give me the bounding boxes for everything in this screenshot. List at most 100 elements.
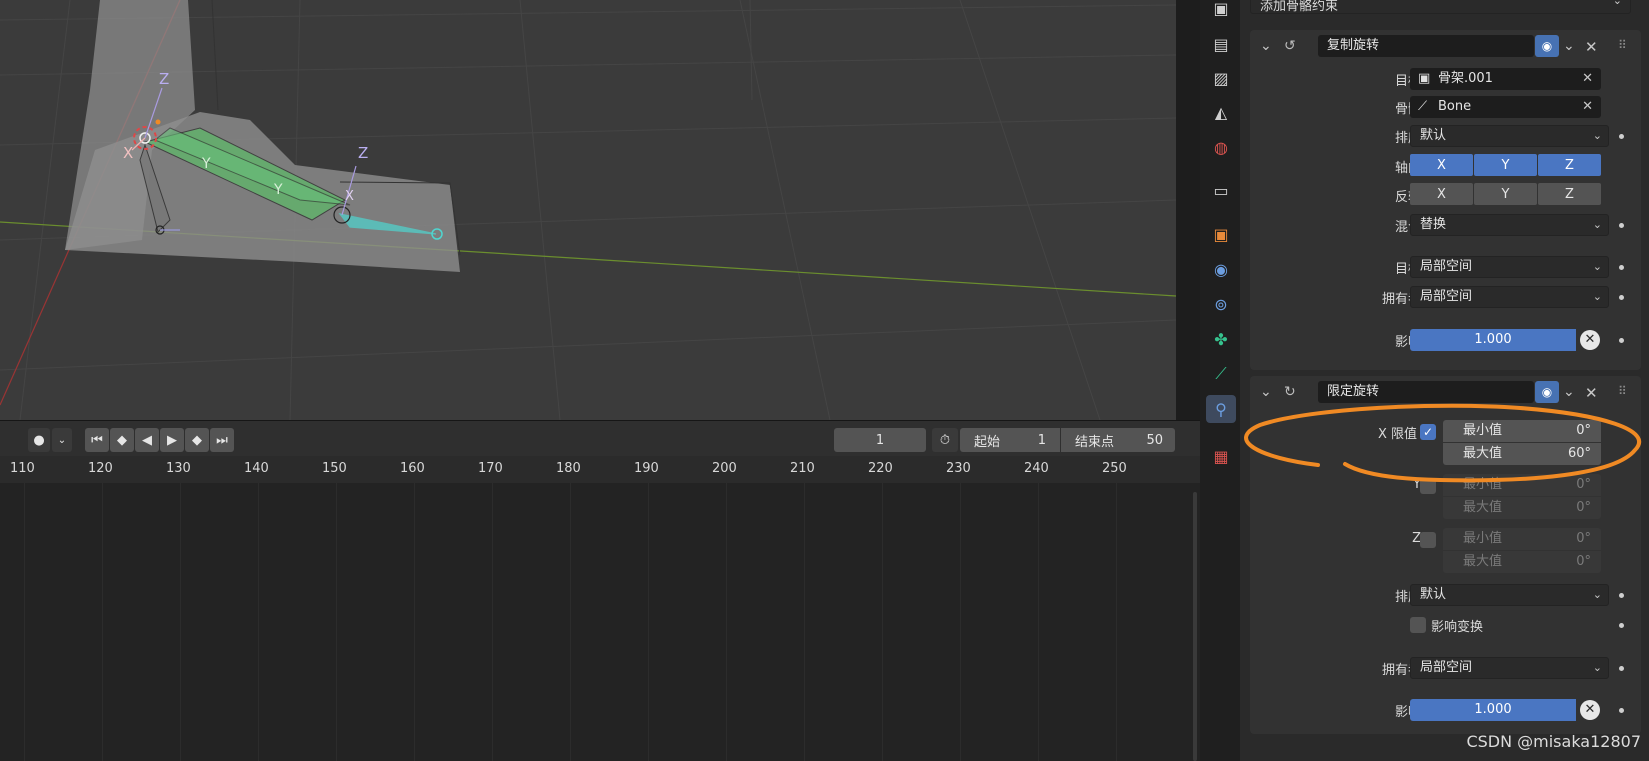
z-max-field[interactable]: 最大值 0°	[1443, 551, 1601, 573]
end-frame-field[interactable]: 结束点 50	[1061, 428, 1175, 452]
owner-space-value: 局部空间	[1420, 660, 1473, 675]
tab-collection[interactable]: ▭	[1206, 176, 1236, 204]
invert-z-toggle[interactable]: Z	[1538, 183, 1601, 205]
add-bone-constraint-dropdown[interactable]: 添加骨骼约束 ⌄	[1250, 0, 1631, 14]
affect-transform-checkbox[interactable]	[1410, 617, 1426, 633]
z-min-field[interactable]: 最小值 0°	[1443, 528, 1601, 550]
owner-space-select[interactable]: 局部空间 ⌄	[1410, 286, 1609, 308]
keying-dropdown[interactable]: ⌄	[52, 428, 72, 452]
tab-bone-constraints[interactable]: ⚲	[1206, 395, 1236, 423]
frame-tick: 130	[166, 461, 191, 476]
chevron-down-icon: ⌄	[1563, 38, 1575, 54]
tab-object[interactable]: ▣	[1206, 220, 1236, 248]
frame-tick: 210	[790, 461, 815, 476]
tab-object-constraints[interactable]: ⊚	[1206, 290, 1236, 318]
axis-label-x: X	[123, 144, 133, 162]
drag-handle[interactable]: ⠿	[1618, 38, 1627, 52]
keyframe-dot[interactable]	[1619, 295, 1624, 300]
keyframe-dot[interactable]	[1619, 265, 1624, 270]
current-frame-field[interactable]: 1	[834, 428, 926, 452]
tab-object-data[interactable]: ✤	[1206, 325, 1236, 353]
clear-target-icon[interactable]: ✕	[1582, 68, 1593, 90]
frame-tick: 180	[556, 461, 581, 476]
next-keyframe-button[interactable]: ◆	[185, 428, 209, 452]
timeline-tracks[interactable]	[0, 483, 1200, 761]
z-max-value: 0°	[1576, 554, 1591, 569]
play-button[interactable]: ▶	[160, 428, 184, 452]
keyframe-dot[interactable]	[1619, 134, 1624, 139]
preview-range-toggle[interactable]: ⏱	[932, 428, 958, 452]
order-select[interactable]: 默认 ⌄	[1410, 125, 1609, 147]
axis-y-toggle[interactable]: Y	[1474, 154, 1537, 176]
chevron-down-icon: ⌄	[1592, 588, 1602, 601]
disable-keep-transform-button[interactable]: ✕	[1580, 700, 1600, 720]
z-min-value: 0°	[1576, 531, 1591, 546]
clear-bone-icon[interactable]: ✕	[1582, 96, 1593, 118]
jump-end-button[interactable]: ⏭	[210, 428, 234, 452]
keyframe-dot[interactable]	[1619, 708, 1624, 713]
bone-field[interactable]: ⟋ Bone ✕	[1410, 96, 1601, 118]
drag-handle[interactable]: ⠿	[1618, 384, 1627, 398]
watermark: CSDN @misaka12807	[1466, 732, 1641, 751]
disable-keep-transform-button[interactable]: ✕	[1580, 330, 1600, 350]
delete-constraint-button[interactable]: ✕	[1585, 38, 1598, 56]
target-space-select[interactable]: 局部空间 ⌄	[1410, 256, 1609, 278]
start-frame-field[interactable]: 起始 1	[960, 428, 1060, 452]
axis-label-x: X	[345, 189, 354, 204]
frame-tick: 200	[712, 461, 737, 476]
frame-tick: 230	[946, 461, 971, 476]
timeline-scrollbar[interactable]	[1193, 492, 1197, 761]
tab-render[interactable]: ▤	[1206, 30, 1236, 58]
properties-tab-bar: ▣ ▤ ▨ ◭ ◍ ▭ ▣ ◉ ⊚ ✤ ⟋ ⚲ ▦	[1200, 0, 1240, 761]
owner-space-select[interactable]: 局部空间 ⌄	[1410, 657, 1609, 679]
jump-start-button[interactable]: ⏮	[85, 428, 109, 452]
tab-texture[interactable]: ▦	[1206, 442, 1236, 470]
axis-z-toggle[interactable]: Z	[1538, 154, 1601, 176]
axis-x-toggle[interactable]: X	[1410, 154, 1473, 176]
armature-icon: ✤	[1214, 329, 1228, 349]
tab-world[interactable]: ◍	[1206, 133, 1236, 161]
z-limit-checkbox[interactable]	[1420, 532, 1436, 548]
copy-rotation-icon: ↺	[1284, 38, 1296, 54]
copy-rotation-header: ⌄ ↺ 复制旋转 ◉ ⌄ ✕ ⠿	[1250, 30, 1641, 62]
keyframe-dot[interactable]	[1619, 593, 1624, 598]
invert-y-toggle[interactable]: Y	[1474, 183, 1537, 205]
chevron-down-icon: ⌄	[1612, 0, 1622, 7]
prev-keyframe-icon: ◆	[117, 432, 127, 448]
target-space-value: 局部空间	[1420, 259, 1473, 274]
tab-scene[interactable]: ◭	[1206, 98, 1236, 126]
influence-slider[interactable]: 1.000	[1410, 329, 1576, 351]
jump-end-icon: ⏭	[216, 432, 228, 448]
visibility-toggle[interactable]: ◉	[1535, 35, 1559, 57]
3d-viewport[interactable]: Z X Y Y Z X	[0, 0, 1176, 420]
close-icon: ✕	[1584, 332, 1596, 347]
constraint-name-field[interactable]: 复制旋转	[1318, 35, 1534, 57]
play-reverse-button[interactable]: ◀	[135, 428, 159, 452]
tab-bone[interactable]: ⟋	[1206, 360, 1236, 388]
collapse-chevron-icon[interactable]: ⌄	[1260, 38, 1272, 54]
keyframe-dot[interactable]	[1619, 338, 1624, 343]
influence-slider[interactable]: 1.000	[1410, 699, 1576, 721]
mix-select[interactable]: 替换 ⌄	[1410, 214, 1609, 236]
record-button[interactable]: ●	[28, 428, 50, 452]
options-dropdown[interactable]: ⌄	[1563, 384, 1575, 400]
target-field[interactable]: ▣ 骨架.001 ✕	[1410, 68, 1601, 90]
frame-tick: 170	[478, 461, 503, 476]
frame-tick: 250	[1102, 461, 1127, 476]
tab-tool[interactable]: ▣	[1206, 0, 1236, 22]
tab-output[interactable]: ▨	[1206, 64, 1236, 92]
collapse-chevron-icon[interactable]: ⌄	[1260, 384, 1272, 400]
invert-x-toggle[interactable]: X	[1410, 183, 1473, 205]
mix-value: 替换	[1420, 217, 1447, 232]
axis-label-y: Y	[201, 156, 211, 172]
keyframe-dot[interactable]	[1619, 666, 1624, 671]
timeline-ruler[interactable]: 110 120 130 140 150 160 170 180 190 200 …	[0, 456, 1200, 483]
prev-keyframe-button[interactable]: ◆	[110, 428, 134, 452]
keyframe-dot[interactable]	[1619, 623, 1624, 628]
target-value: 骨架.001	[1438, 71, 1493, 86]
order-select[interactable]: 默认 ⌄	[1410, 584, 1609, 606]
close-icon: ✕	[1585, 38, 1598, 56]
tab-modifiers[interactable]: ◉	[1206, 255, 1236, 283]
options-dropdown[interactable]: ⌄	[1563, 38, 1575, 54]
keyframe-dot[interactable]	[1619, 223, 1624, 228]
